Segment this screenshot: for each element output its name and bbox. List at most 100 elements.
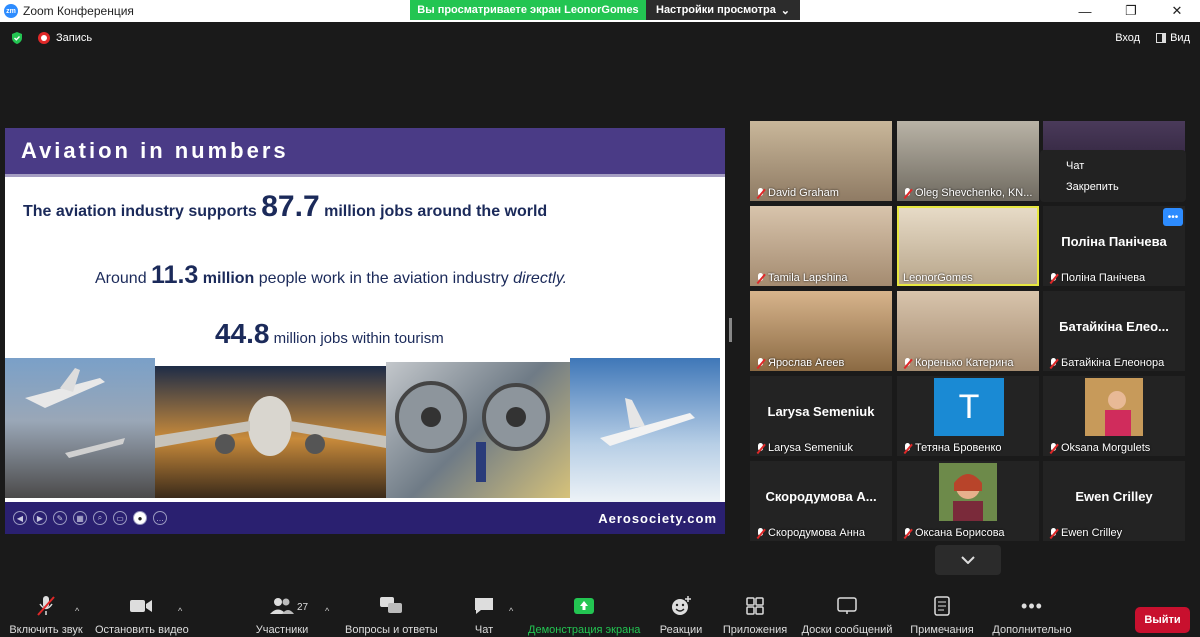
participant-tile[interactable]: Larysa Semeniuk Larysa Semeniuk	[750, 376, 892, 456]
prev-slide-icon[interactable]: ◀	[13, 511, 27, 525]
participant-tile[interactable]: Ewen Crilley Ewen Crilley	[1043, 461, 1185, 541]
mic-muted-icon	[756, 527, 765, 539]
mic-muted-icon	[37, 596, 55, 616]
mic-muted-icon	[756, 187, 765, 199]
recording-indicator[interactable]: Запись	[38, 32, 92, 44]
subtitles-icon[interactable]: ▭	[113, 511, 127, 525]
view-options-button[interactable]: Настройки просмотра ⌄	[646, 0, 800, 20]
qa-icon	[380, 597, 402, 613]
participant-more-button[interactable]: •••	[1163, 208, 1183, 226]
participant-name: Скородумова Анна	[768, 527, 865, 539]
mic-muted-icon	[903, 527, 912, 539]
mic-muted-icon	[1049, 527, 1058, 539]
recording-label: Запись	[56, 32, 93, 44]
window-controls: — ❐ ✕	[1062, 0, 1200, 22]
leave-meeting-button[interactable]: Выйти	[1135, 607, 1190, 633]
jet-engine-factory-image	[386, 362, 570, 498]
stat2-text-post: people work in the aviation industry	[254, 270, 514, 287]
mic-muted-icon	[1049, 442, 1058, 454]
chat-button[interactable]: Чат	[468, 594, 500, 636]
stat1-text-pre: The aviation industry supports	[23, 203, 262, 220]
chat-options-chevron-icon[interactable]: ^	[509, 606, 513, 616]
avatar	[939, 463, 997, 521]
mic-muted-icon	[756, 272, 765, 284]
close-icon[interactable]: ✕	[1154, 0, 1200, 22]
slideshow-controls: ◀ ▶ ✎ ▦ ⌕ ▭ ● …	[13, 511, 167, 525]
menu-item-chat[interactable]: Чат	[1066, 156, 1186, 177]
stat2-number: 11.3	[151, 261, 199, 289]
slides-grid-icon[interactable]: ▦	[73, 511, 87, 525]
share-screen-button[interactable]: Демонстрация экрана	[528, 594, 640, 636]
airliner-front-image	[155, 366, 386, 498]
stat2-emphasis: directly.	[513, 270, 568, 287]
whiteboard-icon	[837, 597, 857, 614]
participant-context-menu: Чат Закрепить	[1040, 150, 1186, 202]
whiteboards-button[interactable]: Доски сообщений	[800, 594, 894, 636]
participant-display-name: Larysa Semeniuk	[767, 404, 875, 419]
participant-tile[interactable]: Коренько Катерина	[897, 291, 1039, 371]
split-view-handle[interactable]	[729, 318, 732, 342]
notes-button[interactable]: Примечания	[908, 594, 976, 636]
view-label: Вид	[1170, 32, 1190, 44]
camera-icon[interactable]: ●	[133, 511, 147, 525]
stat3-number: 44.8	[215, 318, 270, 349]
participant-tile[interactable]: T Тетяна Бровенко	[897, 376, 1039, 456]
participant-name: Oksana Morgulets	[1061, 442, 1151, 454]
aircraft-above-clouds-image	[570, 358, 720, 503]
pen-icon[interactable]: ✎	[53, 511, 67, 525]
mic-muted-icon	[903, 442, 912, 454]
participant-name: Батайкіна Елеонора	[1061, 357, 1165, 369]
participant-name: Larysa Semeniuk	[768, 442, 853, 454]
participant-tile[interactable]: Tamila Lapshina	[750, 206, 892, 286]
slide-footer: ◀ ▶ ✎ ▦ ⌕ ▭ ● … Aerosociety.com	[5, 502, 725, 534]
stat1-text-post: million jobs around the world	[319, 203, 548, 220]
video-options-chevron-icon[interactable]: ^	[178, 606, 182, 616]
zoom-logo-icon: zm	[4, 4, 18, 18]
participant-tile[interactable]: Батайкіна Елео... Батайкіна Елеонора	[1043, 291, 1185, 371]
zoom-in-icon[interactable]: ⌕	[93, 511, 107, 525]
planes-over-city-image	[5, 358, 155, 498]
notes-icon	[934, 596, 950, 616]
stat2-million: million	[198, 270, 255, 287]
shield-icon[interactable]	[10, 31, 24, 45]
participant-tile[interactable]: Oleg Shevchenko, KN...	[897, 121, 1039, 201]
apps-icon	[746, 597, 764, 615]
chevron-down-icon: ⌄	[780, 4, 790, 17]
participant-tile[interactable]: Oksana Morgulets	[1043, 376, 1185, 456]
participant-name: Поліна Панічева	[1061, 272, 1146, 284]
meeting-toolbar: Включить звук ^ Остановить видео ^ Участ…	[0, 594, 1200, 637]
menu-item-pin[interactable]: Закрепить	[1066, 177, 1186, 198]
view-button[interactable]: Вид	[1156, 32, 1190, 44]
audio-options-chevron-icon[interactable]: ^	[75, 606, 79, 616]
slide-footer-website: Aerosociety.com	[598, 510, 717, 526]
participants-button[interactable]: Участники	[250, 594, 314, 636]
reactions-button[interactable]: Реакции	[658, 594, 704, 636]
restore-icon[interactable]: ❐	[1108, 0, 1154, 22]
participant-tile[interactable]: Оксана Борисова	[897, 461, 1039, 541]
view-options-label: Настройки просмотра	[656, 4, 776, 16]
participant-name: David Graham	[768, 187, 839, 199]
participant-tile[interactable]: David Graham	[750, 121, 892, 201]
stop-video-label: Остановить видео	[95, 624, 189, 636]
stop-video-button[interactable]: Остановить видео	[95, 594, 189, 636]
mic-muted-icon	[903, 357, 912, 369]
participant-name: Коренько Катерина	[915, 357, 1014, 369]
qa-button[interactable]: Вопросы и ответы	[345, 594, 438, 636]
gallery-next-page-button[interactable]	[935, 545, 1001, 575]
enter-button[interactable]: Вход	[1115, 32, 1140, 44]
participants-options-chevron-icon[interactable]: ^	[325, 606, 329, 616]
unmute-button[interactable]: Включить звук	[6, 594, 86, 636]
next-slide-icon[interactable]: ▶	[33, 511, 47, 525]
record-icon	[38, 32, 50, 44]
participant-tile[interactable]: Ярослав Агеев	[750, 291, 892, 371]
more-options-icon[interactable]: …	[153, 511, 167, 525]
more-button[interactable]: ••• Дополнительно	[990, 594, 1074, 637]
participant-tile-active-speaker[interactable]: LeonorGomes	[897, 206, 1039, 286]
mic-muted-icon	[1049, 357, 1058, 369]
participant-tile[interactable]: Скородумова А... Скородумова Анна	[750, 461, 892, 541]
minimize-icon[interactable]: —	[1062, 0, 1108, 22]
apps-button[interactable]: Приложения	[720, 594, 790, 636]
participant-name: Тетяна Бровенко	[915, 442, 1002, 454]
video-camera-icon	[130, 600, 152, 612]
slide-stat-jobs-world: The aviation industry supports 87.7 mill…	[23, 190, 547, 224]
